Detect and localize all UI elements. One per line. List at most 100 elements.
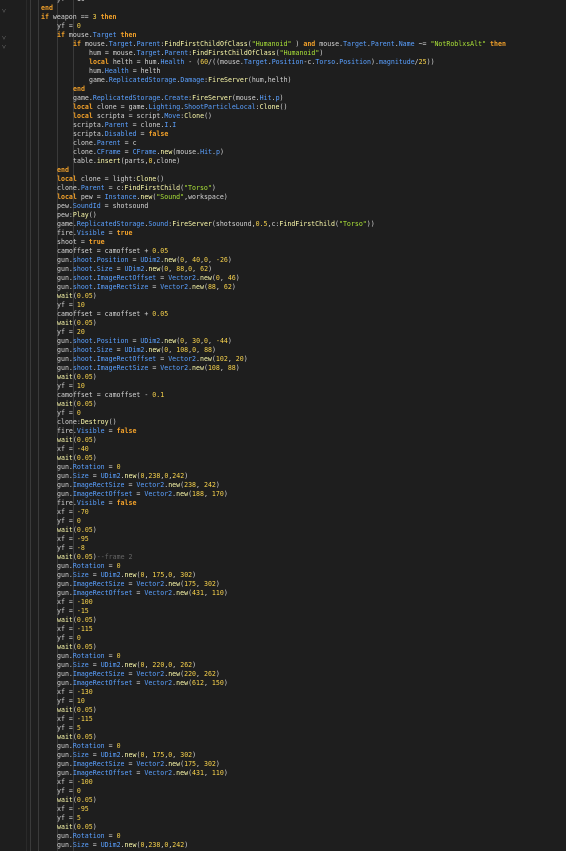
code-line[interactable]: wait(0.05) bbox=[41, 319, 566, 328]
code-line[interactable]: gun.shoot.ImageRectSize = Vector2.new(88… bbox=[41, 283, 566, 292]
code-line[interactable]: wait(0.05)--frame 2 bbox=[41, 553, 566, 562]
code-line[interactable]: yf = 0 bbox=[41, 787, 566, 796]
code-line[interactable]: wait(0.05) bbox=[41, 400, 566, 409]
code-line[interactable]: shoot = true bbox=[41, 238, 566, 247]
code-line[interactable]: gun.ImageRectSize = Vector2.new(220, 262… bbox=[41, 670, 566, 679]
code-line[interactable]: gun.Size = UDim2.new(0, 175,0, 302) bbox=[41, 571, 566, 580]
code-line[interactable]: gun.shoot.Position = UDim2.new(0, 40,0, … bbox=[41, 256, 566, 265]
code-line[interactable]: gun.ImageRectOffset = Vector2.new(612, 1… bbox=[41, 679, 566, 688]
code-line[interactable]: xf = -115 bbox=[41, 625, 566, 634]
code-line[interactable]: yf = 5 bbox=[41, 814, 566, 823]
code-line[interactable]: game.ReplicatedStorage.Create:FireServer… bbox=[41, 94, 566, 103]
fold-chevron-icon[interactable]: ˅ bbox=[2, 34, 10, 43]
code-line[interactable]: yf = -8 bbox=[41, 544, 566, 553]
code-line[interactable]: gun.shoot.ImageRectSize = Vector2.new(10… bbox=[41, 364, 566, 373]
code-line[interactable]: end bbox=[41, 166, 566, 175]
code-line[interactable]: wait(0.05) bbox=[41, 526, 566, 535]
fold-chevron-icon[interactable]: ˅ bbox=[2, 7, 10, 16]
code-line[interactable]: yf = 0 bbox=[41, 634, 566, 643]
code-line[interactable]: end bbox=[41, 4, 566, 13]
code-line[interactable]: xf = -95 bbox=[41, 805, 566, 814]
code-area[interactable]: yf = 10endif weapon == 3 thenyf = 0if mo… bbox=[41, 0, 566, 850]
code-line[interactable]: if mouse.Target then bbox=[41, 31, 566, 40]
code-line[interactable]: gun.Size = UDim2.new(0,238,0,242) bbox=[41, 472, 566, 481]
code-line[interactable]: yf = 0 bbox=[41, 517, 566, 526]
code-line[interactable]: hum = mouse.Target.Parent:FindFirstChild… bbox=[41, 49, 566, 58]
code-line[interactable]: xf = -95 bbox=[41, 535, 566, 544]
code-line[interactable]: gun.ImageRectOffset = Vector2.new(431, 1… bbox=[41, 589, 566, 598]
code-line[interactable]: camoffset = camoffset + 0.05 bbox=[41, 247, 566, 256]
code-line[interactable]: yf = -15 bbox=[41, 607, 566, 616]
code-line[interactable]: xf = -130 bbox=[41, 688, 566, 697]
code-line[interactable]: gun.shoot.Position = UDim2.new(0, 30,0, … bbox=[41, 337, 566, 346]
code-line[interactable]: fire.Visible = false bbox=[41, 499, 566, 508]
code-line[interactable]: gun.shoot.Size = UDim2.new(0, 88,0, 62) bbox=[41, 265, 566, 274]
code-line[interactable]: hum.Health = helth bbox=[41, 67, 566, 76]
code-line[interactable]: gun.Size = UDim2.new(0,238,0,242) bbox=[41, 841, 566, 850]
code-line[interactable]: gun.ImageRectSize = Vector2.new(175, 302… bbox=[41, 580, 566, 589]
code-line[interactable]: wait(0.05) bbox=[41, 616, 566, 625]
code-line[interactable]: wait(0.05) bbox=[41, 454, 566, 463]
code-line[interactable]: yf = 20 bbox=[41, 328, 566, 337]
code-line[interactable]: local scripta = script.Move:Clone() bbox=[41, 112, 566, 121]
code-line[interactable]: yf = 5 bbox=[41, 724, 566, 733]
code-line[interactable]: gun.ImageRectOffset = Vector2.new(431, 1… bbox=[41, 769, 566, 778]
code-line[interactable]: clone.CFrame = CFrame.new(mouse.Hit.p) bbox=[41, 148, 566, 157]
code-line[interactable]: gun.shoot.ImageRectOffset = Vector2.new(… bbox=[41, 274, 566, 283]
code-line[interactable]: wait(0.05) bbox=[41, 373, 566, 382]
code-line[interactable]: clone.Parent = c:FindFirstChild("Torso") bbox=[41, 184, 566, 193]
code-line[interactable]: xf = -70 bbox=[41, 508, 566, 517]
code-line[interactable]: wait(0.05) bbox=[41, 733, 566, 742]
code-line[interactable]: local clone = game.Lighting.ShootParticl… bbox=[41, 103, 566, 112]
code-line[interactable]: game.ReplicatedStorage.Sound:FireServer(… bbox=[41, 220, 566, 229]
code-line[interactable]: gun.Size = UDim2.new(0, 175,0, 302) bbox=[41, 751, 566, 760]
code-line[interactable]: gun.Rotation = 0 bbox=[41, 562, 566, 571]
code-line[interactable]: gun.Rotation = 0 bbox=[41, 463, 566, 472]
code-line[interactable]: fire.Visible = true bbox=[41, 229, 566, 238]
code-line[interactable]: gun.shoot.Size = UDim2.new(0, 108,0, 88) bbox=[41, 346, 566, 355]
code-line[interactable]: gun.Rotation = 0 bbox=[41, 832, 566, 841]
code-line[interactable]: game.ReplicatedStorage.Damage:FireServer… bbox=[41, 76, 566, 85]
code-line[interactable]: xf = -100 bbox=[41, 778, 566, 787]
code-line[interactable]: gun.ImageRectSize = Vector2.new(175, 302… bbox=[41, 760, 566, 769]
code-line[interactable]: if mouse.Target.Parent:FindFirstChildOfC… bbox=[41, 40, 566, 49]
code-line[interactable]: xf = -115 bbox=[41, 715, 566, 724]
script-editor[interactable]: ˅ ˅ ˅ yf = 10endif weapon == 3 thenyf = … bbox=[0, 0, 566, 851]
code-line[interactable]: table.insert(parts,0,clone) bbox=[41, 157, 566, 166]
code-line[interactable]: camoffset = camoffset + 0.05 bbox=[41, 310, 566, 319]
code-line[interactable]: yf = 10 bbox=[41, 382, 566, 391]
code-line[interactable]: wait(0.05) bbox=[41, 643, 566, 652]
code-line[interactable]: wait(0.05) bbox=[41, 796, 566, 805]
code-line[interactable]: gun.Size = UDim2.new(0, 220,0, 262) bbox=[41, 661, 566, 670]
code-line[interactable]: wait(0.05) bbox=[41, 706, 566, 715]
code-line[interactable]: fire.Visible = false bbox=[41, 427, 566, 436]
code-line[interactable]: gun.Rotation = 0 bbox=[41, 742, 566, 751]
code-line[interactable]: end bbox=[41, 85, 566, 94]
code-line[interactable]: gun.ImageRectOffset = Vector2.new(188, 1… bbox=[41, 490, 566, 499]
code-line[interactable]: yf = 0 bbox=[41, 409, 566, 418]
code-line[interactable]: scripta.Parent = clone.I.I bbox=[41, 121, 566, 130]
fold-chevron-icon[interactable]: ˅ bbox=[2, 43, 10, 52]
code-line[interactable]: wait(0.05) bbox=[41, 823, 566, 832]
code-line[interactable]: pew.SoundId = shotsound bbox=[41, 202, 566, 211]
code-line[interactable]: camoffset = camoffset - 0.1 bbox=[41, 391, 566, 400]
code-line[interactable]: scripta.Disabled = false bbox=[41, 130, 566, 139]
code-line[interactable]: pew:Play() bbox=[41, 211, 566, 220]
code-line[interactable]: clone.Parent = c bbox=[41, 139, 566, 148]
code-line[interactable]: gun.ImageRectSize = Vector2.new(238, 242… bbox=[41, 481, 566, 490]
code-line[interactable]: yf = 10 bbox=[41, 301, 566, 310]
code-line[interactable]: local pew = Instance.new("Sound",workspa… bbox=[41, 193, 566, 202]
code-line[interactable]: yf = 0 bbox=[41, 22, 566, 31]
code-line[interactable]: yf = 10 bbox=[41, 697, 566, 706]
code-line[interactable]: wait(0.05) bbox=[41, 436, 566, 445]
code-line[interactable]: gun.shoot.ImageRectOffset = Vector2.new(… bbox=[41, 355, 566, 364]
code-line[interactable]: xf = -40 bbox=[41, 445, 566, 454]
code-line[interactable]: xf = -100 bbox=[41, 598, 566, 607]
code-line[interactable]: local helth = hum.Health - (60/((mouse.T… bbox=[41, 58, 566, 67]
code-line[interactable]: if weapon == 3 then bbox=[41, 13, 566, 22]
code-line[interactable]: wait(0.05) bbox=[41, 292, 566, 301]
code-line[interactable]: gun.Rotation = 0 bbox=[41, 652, 566, 661]
code-line[interactable]: clone:Destroy() bbox=[41, 418, 566, 427]
code-token: Vector2 bbox=[168, 355, 196, 363]
code-line[interactable]: local clone = light:Clone() bbox=[41, 175, 566, 184]
